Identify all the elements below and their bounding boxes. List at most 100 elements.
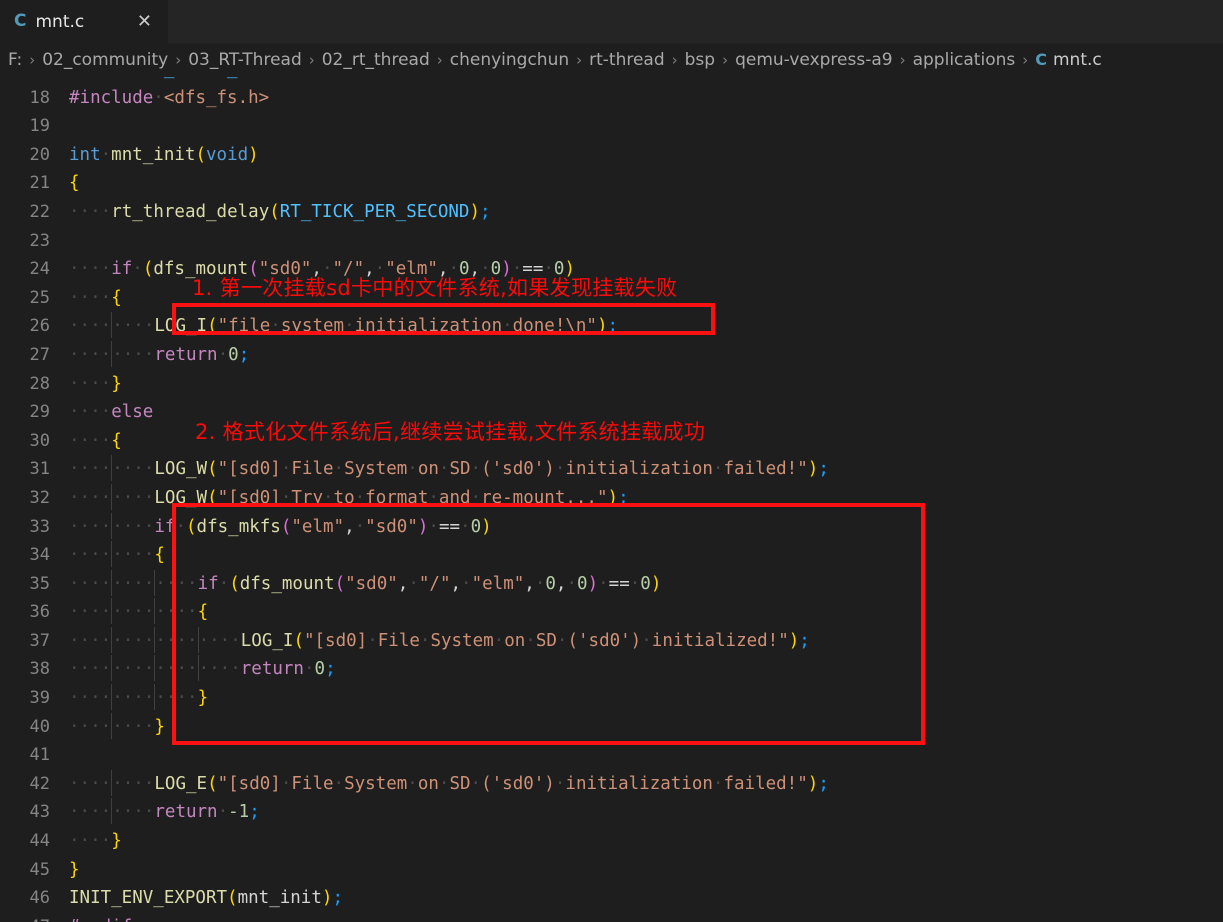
code-line[interactable]: 34 ········{ [0,541,1223,570]
code-line-text[interactable]: ········} [68,712,165,742]
breadcrumb-item-5[interactable]: rt-thread [589,50,665,70]
breadcrumb-item-1[interactable]: 02_community [42,50,168,70]
code-line-text[interactable]: ········LOG_W("[sd0]·Try·to·format·and·r… [68,483,629,513]
code-line-text[interactable]: ················LOG_I("[sd0]·File·System… [68,626,810,656]
code-line[interactable]: 18 #include·<dfs_fs.h> [0,84,1223,113]
code-line[interactable]: 46 INIT_ENV_EXPORT(mnt_init); [0,884,1223,913]
line-number: 41 [29,745,50,766]
code-line-text[interactable]: INIT_ENV_EXPORT(mnt_init); [68,884,343,913]
code-line-text[interactable]: ····else [68,398,153,427]
code-line-text[interactable]: ········if·(dfs_mkfs("elm",·"sd0")·==·0) [68,512,492,542]
breadcrumb-item-0[interactable]: F: [8,50,22,70]
code-line[interactable]: 32 ········LOG_W("[sd0]·Try·to·format·and… [0,483,1223,513]
editor-tab-mnt-c[interactable]: C mnt.c ✕ [0,0,168,43]
code-line[interactable]: 31 ········LOG_W("[sd0]·File·System·on·SD… [0,455,1223,484]
code-line-text[interactable]: #ifdef·RT_USING_DFS [68,76,269,84]
line-number: 18 [29,87,50,108]
breadcrumb-item-4[interactable]: chenyingchun [450,50,569,70]
line-number: 21 [29,173,50,194]
code-line[interactable]: 38 ················return·0; [0,655,1223,684]
code-line[interactable]: 20 int·mnt_init(void) [0,141,1223,170]
code-line-text[interactable]: ····{ [68,427,122,456]
line-number: 46 [29,888,50,909]
breadcrumb-separator-icon: › [1022,50,1029,69]
code-line-text[interactable]: ········return·-1; [68,798,260,827]
code-line[interactable]: 36 ············{ [0,598,1223,627]
line-number: 32 [29,487,50,508]
code-line-text[interactable]: ········LOG_E("[sd0]·File·System·on·SD·(… [68,769,829,799]
code-line-text[interactable]: ····} [68,827,122,856]
editor-tab-label: mnt.c [35,11,85,32]
code-line[interactable]: 45} [0,856,1223,885]
line-number: 26 [29,316,50,337]
code-line[interactable]: 41 [0,741,1223,770]
line-number: 45 [29,859,50,880]
line-number: 30 [29,430,50,451]
breadcrumb-item-2[interactable]: 03_RT-Thread [188,50,302,70]
breadcrumb-item-6[interactable]: bsp [685,50,715,70]
code-line-text[interactable]: ············if·(dfs_mount("sd0",·"/",·"e… [68,569,661,599]
code-line-text[interactable]: ········{ [68,541,165,570]
breadcrumb-separator-icon: › [29,50,36,69]
code-line[interactable]: 23 [0,227,1223,256]
breadcrumb: F: › 02_community › 03_RT-Thread › 02_rt… [0,43,1223,76]
code-line-text[interactable]: ········LOG_W("[sd0]·File·System·on·SD·(… [68,455,829,484]
line-number: 24 [29,259,50,280]
code-line-text[interactable]: } [68,856,80,885]
code-line-text[interactable]: ····} [68,370,122,399]
code-line[interactable]: 39 ············} [0,684,1223,713]
code-line-text[interactable]: ············{ [68,598,208,627]
code-line[interactable]: 33 ········if·(dfs_mkfs("elm",·"sd0")·==·… [0,512,1223,542]
code-line[interactable]: 42 ········LOG_E("[sd0]·File·System·on·SD… [0,769,1223,799]
code-line[interactable]: 44 ····} [0,827,1223,856]
code-line[interactable]: 27 ········return·0; [0,340,1223,370]
code-line[interactable]: 47#endif [0,913,1223,922]
line-number: 44 [29,831,50,852]
code-line[interactable]: 43 ········return·-1; [0,798,1223,827]
code-line-text[interactable]: ····{ [68,284,122,313]
code-line-text[interactable]: ················return·0; [68,655,336,684]
line-number: 35 [29,573,50,594]
code-line[interactable]: 37 ················LOG_I("[sd0]·File·Syst… [0,626,1223,656]
code-line[interactable]: 35 ············if·(dfs_mount("sd0",·"/",·… [0,569,1223,599]
code-editor[interactable]: 17#ifdef·RT_USING_DFS 18 #include·<dfs_fs.… [0,76,1223,922]
line-number: 17 [0,76,68,84]
annotation-note-2: 2. 格式化文件系统后,继续尝试挂载,文件系统挂载成功 [195,420,706,444]
breadcrumb-separator-icon: › [175,50,182,69]
breadcrumb-separator-icon: › [576,50,583,69]
code-line-text[interactable]: int·mnt_init(void) [68,141,259,170]
code-line-text[interactable]: #endif [68,913,132,922]
code-line-text[interactable]: #include·<dfs_fs.h> [68,84,269,113]
code-line-text[interactable]: ············} [68,684,208,713]
code-line-text[interactable]: ····rt_thread_delay(RT_TICK_PER_SECOND); [68,198,491,227]
breadcrumb-item-8[interactable]: applications [913,50,1016,70]
code-line[interactable]: 19 [0,112,1223,141]
close-icon[interactable]: ✕ [133,11,156,33]
line-number: 23 [29,230,50,251]
breadcrumb-item-9[interactable]: mnt.c [1053,50,1102,70]
c-file-icon: C [1035,50,1047,69]
breadcrumb-item-3[interactable]: 02_rt_thread [322,50,430,70]
line-number: 40 [29,716,50,737]
line-number: 38 [29,659,50,680]
code-line[interactable]: 17#ifdef·RT_USING_DFS [0,76,1223,84]
line-number: 29 [29,402,50,423]
breadcrumb-separator-icon: › [436,50,443,69]
editor-tab-bar: C mnt.c ✕ [0,0,1223,43]
line-number: 33 [29,516,50,537]
code-line[interactable]: 26 ········LOG_I("file·system·initializat… [0,312,1223,341]
code-line[interactable]: 40 ········} [0,712,1223,742]
line-number: 25 [29,287,50,308]
line-number: 27 [29,344,50,365]
code-lines-container: 17#ifdef·RT_USING_DFS 18 #include·<dfs_fs.… [0,76,1223,922]
code-line[interactable]: 28 ····} [0,370,1223,399]
code-line[interactable]: 21 { [0,169,1223,198]
breadcrumb-item-7[interactable]: qemu-vexpress-a9 [735,50,893,70]
line-number: 34 [29,545,50,566]
code-line[interactable]: 22 ····rt_thread_delay(RT_TICK_PER_SECOND… [0,198,1223,227]
code-line-text[interactable]: ········LOG_I("file·system·initializatio… [68,312,618,341]
code-line-text[interactable]: { [68,169,80,198]
line-number: 43 [29,802,50,823]
code-line-text[interactable]: ········return·0; [68,340,249,370]
line-number: 19 [29,116,50,137]
